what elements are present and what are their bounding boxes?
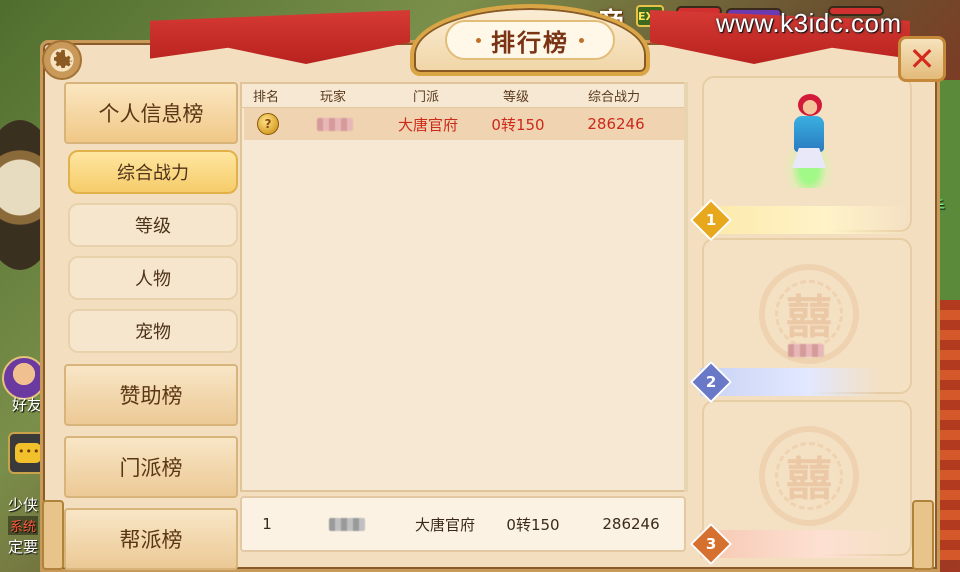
table-row[interactable]: ? 大唐官府 0转150 286246: [244, 108, 686, 140]
character-model: [778, 88, 840, 198]
chat-message: 定要: [8, 538, 39, 556]
corner-post-decoration: [912, 500, 934, 570]
page-title: 排行榜: [491, 28, 569, 57]
watermark: www.k3idc.com: [716, 8, 902, 38]
close-button[interactable]: ✕: [898, 36, 946, 82]
blurred-player-name: [788, 344, 824, 357]
friend-label[interactable]: 好友: [12, 394, 42, 415]
header-power: 综合战力: [587, 90, 640, 105]
blurred-player-name: [317, 118, 353, 131]
settings-button[interactable]: [42, 40, 82, 80]
chat-bubble-icon: [15, 443, 41, 463]
category-guild[interactable]: 帮派榜: [64, 508, 238, 570]
rank-cell: ?: [244, 113, 292, 135]
ranking-table: 排名 玩家 门派 等级 综合战力 ? 大唐官府 0转150 286246: [240, 82, 686, 492]
subcategory-level[interactable]: 等级: [68, 203, 238, 247]
subcategory-pet[interactable]: 宠物: [68, 309, 238, 353]
close-icon: ✕: [908, 40, 936, 78]
rank-badge-number: 3: [705, 535, 717, 553]
my-player-cell: [292, 515, 402, 533]
header-school: 门派: [412, 90, 439, 105]
subcategory-combat-power[interactable]: 综合战力: [68, 150, 238, 194]
level-cell: 0转150: [491, 115, 545, 134]
gold-medal-icon: ?: [257, 113, 279, 135]
title-dot-icon: [476, 37, 481, 43]
player-cell: [292, 115, 378, 133]
chat-channel-tag: 系统: [8, 516, 39, 535]
category-column: 个人信息榜 综合战力 等级 人物 宠物 赞助榜 门派榜 帮派榜: [64, 82, 240, 572]
title-plaque-inner: 排行榜: [445, 20, 615, 60]
blurred-player-name: [329, 518, 365, 531]
double-happiness-emblem-icon: 囍: [759, 426, 859, 526]
category-school[interactable]: 门派榜: [64, 436, 238, 498]
title-dot-icon: [579, 37, 584, 43]
school-cell: 大唐官府: [397, 115, 458, 134]
header-player: 玩家: [319, 90, 346, 105]
my-rank-row: 1 大唐官府 0转150 286246: [240, 496, 686, 552]
rank-badge-number: 1: [705, 211, 717, 229]
character-head: [798, 94, 822, 116]
chat-message: 少侠: [8, 496, 39, 514]
table-header: 排名 玩家 门派 等级 综合战力: [242, 84, 684, 108]
corner-post-decoration: [42, 500, 64, 570]
curtain-decoration: [150, 10, 410, 64]
header-rank: 排名: [252, 90, 279, 105]
my-level: 0转150: [506, 515, 560, 534]
my-school: 大唐官府: [414, 515, 475, 534]
rank-badge-number: 2: [705, 373, 717, 391]
title-plaque: 排行榜: [410, 4, 650, 76]
podium: 囍 囍 1 2 3: [689, 76, 912, 566]
my-rank-number: 1: [262, 515, 272, 533]
table-scrollbar[interactable]: [684, 82, 688, 492]
header-level: 等级: [502, 90, 529, 105]
category-personal-info[interactable]: 个人信息榜: [64, 82, 238, 144]
gear-icon: [53, 49, 73, 69]
category-sponsor[interactable]: 赞助榜: [64, 364, 238, 426]
subcategory-character[interactable]: 人物: [68, 256, 238, 300]
character-body: [794, 116, 824, 152]
power-cell: 286246: [587, 115, 645, 133]
my-power: 286246: [602, 515, 660, 533]
